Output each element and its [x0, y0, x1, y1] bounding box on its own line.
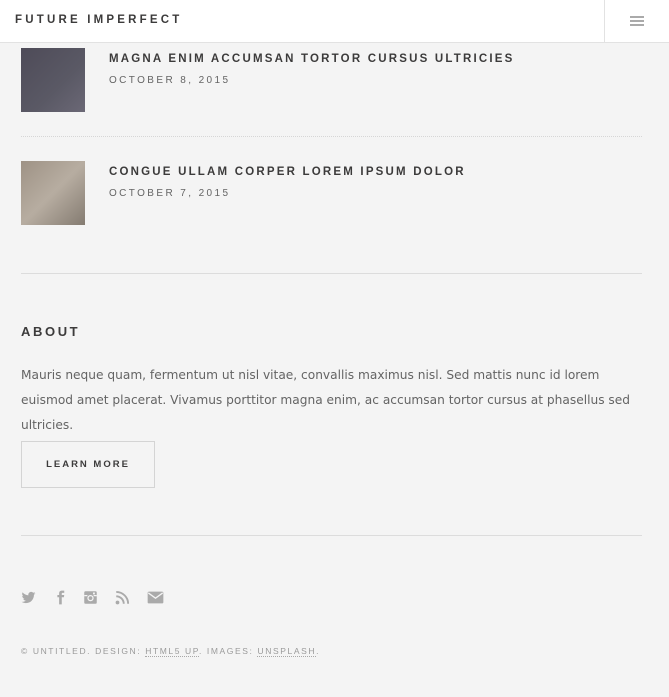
post-date: OCTOBER 8, 2015 [109, 75, 231, 86]
post-title-link[interactable]: MAGNA ENIM ACCUMSAN TORTOR CURSUS ULTRIC… [109, 53, 515, 65]
learn-more-button[interactable]: LEARN MORE [21, 441, 155, 488]
copyright-prefix: © UNTITLED. DESIGN: [21, 646, 146, 656]
instagram-icon[interactable] [83, 590, 101, 608]
menu-button[interactable] [604, 0, 669, 43]
about-heading: ABOUT [21, 324, 81, 339]
envelope-icon[interactable] [147, 590, 165, 608]
site-title[interactable]: FUTURE IMPERFECT [15, 14, 182, 26]
post-thumbnail[interactable] [21, 161, 85, 225]
post-thumbnail[interactable] [21, 48, 85, 112]
about-text: Mauris neque quam, fermentum ut nisl vit… [21, 368, 631, 432]
post-divider [21, 136, 642, 137]
facebook-icon[interactable] [53, 590, 71, 608]
post-title-link[interactable]: CONGUE ULLAM CORPER LOREM IPSUM DOLOR [109, 166, 466, 178]
twitter-icon[interactable] [21, 590, 39, 608]
copyright-middle: . IMAGES: [198, 646, 258, 656]
post-item: MAGNA ENIM ACCUMSAN TORTOR CURSUS ULTRIC… [21, 48, 642, 118]
header-bar: FUTURE IMPERFECT [0, 0, 669, 43]
html5up-link[interactable]: HTML5 UP [145, 646, 199, 657]
section-divider [21, 535, 642, 536]
post-date: OCTOBER 7, 2015 [109, 188, 231, 199]
unsplash-link[interactable]: UNSPLASH [257, 646, 317, 657]
copyright-text: © UNTITLED. DESIGN: HTML5 UP. IMAGES: UN… [21, 646, 321, 657]
copyright-suffix: . [316, 646, 321, 656]
post-item: CONGUE ULLAM CORPER LOREM IPSUM DOLOR OC… [21, 161, 642, 231]
section-divider [21, 273, 642, 274]
rss-icon[interactable] [115, 590, 133, 608]
